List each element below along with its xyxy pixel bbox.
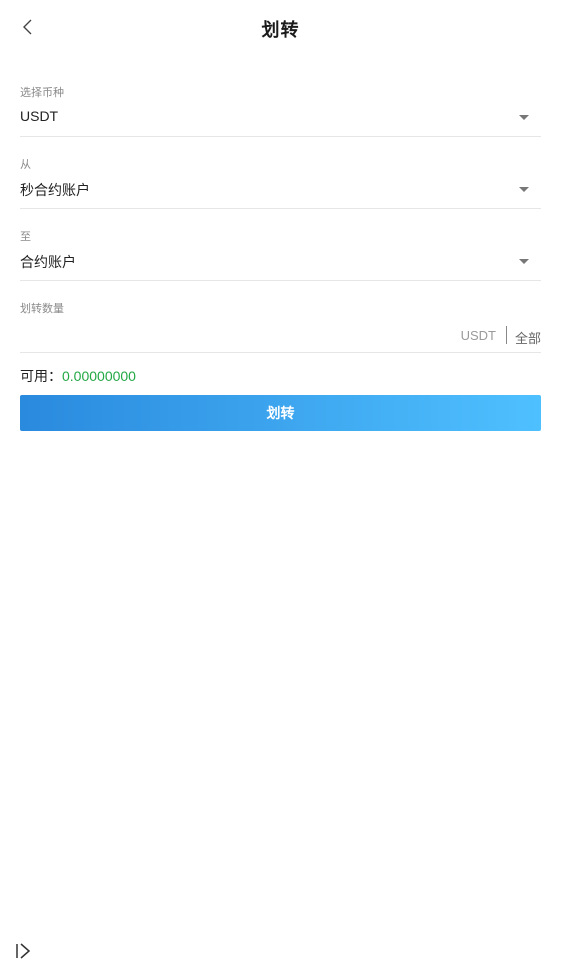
from-field: 从 秒合约账户 bbox=[20, 156, 541, 209]
amount-row: USDT 全部 bbox=[20, 320, 541, 354]
app-header: 划转 bbox=[0, 0, 561, 56]
all-button[interactable]: 全部 bbox=[515, 328, 541, 347]
amount-label: 划转数量 bbox=[20, 303, 64, 315]
caret-down-icon bbox=[519, 187, 529, 192]
caret-down-icon bbox=[519, 259, 529, 264]
currency-label: 选择币种 bbox=[20, 87, 64, 99]
expand-panel-icon bbox=[16, 943, 31, 959]
to-account-select[interactable]: 合约账户 bbox=[20, 244, 541, 281]
expand-panel-button[interactable] bbox=[14, 942, 36, 960]
amount-unit: USDT bbox=[460, 328, 496, 343]
to-label: 至 bbox=[20, 231, 31, 243]
amount-field: 划转数量 USDT 全部 bbox=[20, 300, 541, 354]
to-account-value: 合约账户 bbox=[20, 254, 76, 270]
currency-select[interactable]: USDT bbox=[20, 100, 541, 137]
unit-divider bbox=[506, 326, 507, 344]
available-value: 0.00000000 bbox=[62, 368, 136, 384]
transfer-button[interactable]: 划转 bbox=[20, 395, 541, 431]
available-label: 可用： bbox=[20, 368, 62, 384]
available-balance: 可用：0.00000000 bbox=[20, 366, 136, 386]
from-label: 从 bbox=[20, 159, 31, 171]
amount-input[interactable] bbox=[20, 320, 444, 354]
to-field: 至 合约账户 bbox=[20, 228, 541, 281]
from-account-value: 秒合约账户 bbox=[20, 182, 90, 198]
page-title: 划转 bbox=[261, 20, 300, 40]
caret-down-icon bbox=[519, 115, 529, 120]
from-account-select[interactable]: 秒合约账户 bbox=[20, 172, 541, 209]
currency-value: USDT bbox=[20, 108, 59, 124]
currency-field: 选择币种 USDT bbox=[20, 84, 541, 137]
